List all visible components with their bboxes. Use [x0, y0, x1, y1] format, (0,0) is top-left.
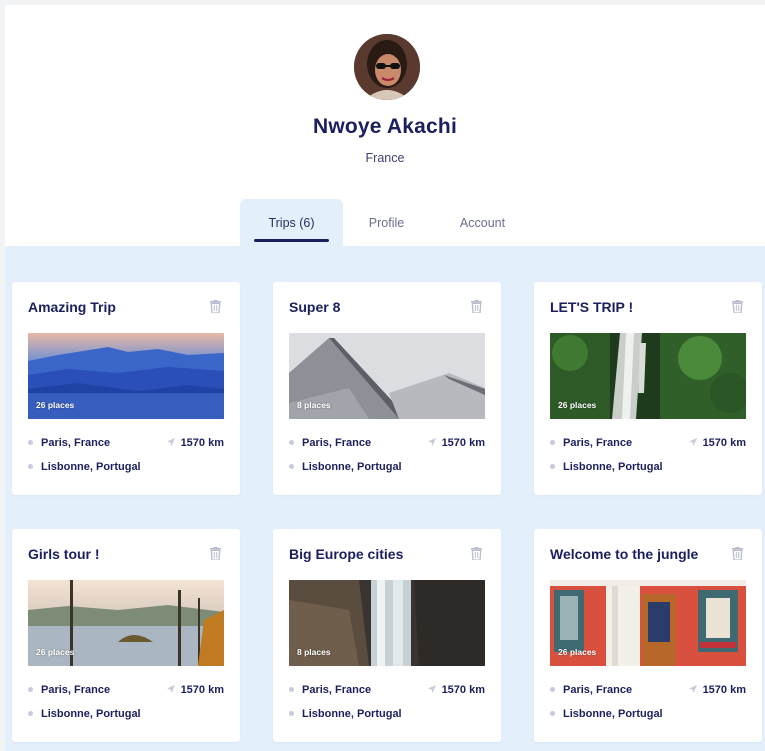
trip-card[interactable]: Girls tour ! 26 places Paris, France 157… [12, 529, 240, 742]
trash-icon[interactable] [732, 547, 743, 560]
location-dot-icon [550, 710, 555, 716]
location-dot-icon [28, 439, 33, 445]
trip-photo: 8 places [289, 333, 485, 419]
trip-title: Amazing Trip [28, 299, 116, 315]
trip-title: LET'S TRIP ! [550, 299, 634, 315]
trip-card[interactable]: Welcome to the jungle 26 places Paris, F… [534, 529, 762, 742]
origin-label: Paris, France [41, 684, 111, 696]
location-dot-icon [550, 439, 555, 445]
destination-label: Lisbonne, Portugal [563, 708, 663, 720]
trip-origin: Paris, France [28, 437, 110, 449]
tab-account[interactable]: Account [430, 199, 535, 246]
location-dot-icon [289, 686, 294, 692]
places-count: 26 places [558, 400, 597, 410]
distance-label: 1570 km [180, 437, 224, 449]
trip-origin: Paris, France [550, 437, 632, 449]
navigation-arrow-icon [688, 685, 697, 694]
trip-origin: Paris, France [289, 437, 371, 449]
tab-profile-label: Profile [368, 215, 405, 230]
trip-title: Welcome to the jungle [550, 546, 699, 562]
origin-label: Paris, France [302, 437, 372, 449]
navigation-arrow-icon [166, 438, 175, 447]
trash-icon[interactable] [732, 300, 743, 313]
distance-label: 1570 km [702, 437, 746, 449]
location-dot-icon [28, 463, 33, 469]
trip-photo: 26 places [28, 333, 224, 419]
destination-label: Lisbonne, Portugal [563, 461, 663, 473]
tab-bar: Trips (6) Profile Account [240, 199, 535, 246]
distance-label: 1570 km [441, 684, 485, 696]
app-frame: Nwoye Akachi France Trips (6) Profile Ac… [5, 5, 765, 751]
navigation-arrow-icon [688, 438, 697, 447]
trip-photo: 8 places [289, 580, 485, 666]
tab-account-label: Account [459, 215, 506, 230]
trip-title: Big Europe cities [289, 546, 404, 562]
trip-distance: 1570 km [427, 437, 485, 449]
trash-icon[interactable] [210, 300, 221, 313]
trip-distance: 1570 km [166, 684, 224, 696]
distance-label: 1570 km [702, 684, 746, 696]
location-dot-icon [28, 686, 33, 692]
avatar [354, 34, 420, 100]
distance-label: 1570 km [180, 684, 224, 696]
places-count: 8 places [297, 400, 331, 410]
location-dot-icon [289, 463, 294, 469]
avatar-image [354, 34, 420, 100]
origin-label: Paris, France [41, 437, 111, 449]
places-count: 26 places [36, 647, 75, 657]
trip-distance: 1570 km [166, 437, 224, 449]
destination-label: Lisbonne, Portugal [302, 461, 402, 473]
navigation-arrow-icon [427, 685, 436, 694]
trip-destination: Lisbonne, Portugal [550, 461, 663, 473]
trip-destination: Lisbonne, Portugal [28, 461, 141, 473]
trip-origin: Paris, France [28, 684, 110, 696]
trips-grid: Amazing Trip 26 places Paris, France 157… [5, 246, 765, 751]
trip-destination: Lisbonne, Portugal [289, 708, 402, 720]
trip-card[interactable]: LET'S TRIP ! 26 places Paris, France 157… [534, 282, 762, 495]
trip-photo: 26 places [28, 580, 224, 666]
navigation-arrow-icon [166, 685, 175, 694]
trip-origin: Paris, France [550, 684, 632, 696]
trip-distance: 1570 km [688, 684, 746, 696]
tab-profile[interactable]: Profile [343, 199, 430, 246]
distance-label: 1570 km [441, 437, 485, 449]
trip-card[interactable]: Big Europe cities 8 places Paris, France… [273, 529, 501, 742]
profile-name: Nwoye Akachi [312, 115, 457, 138]
trip-destination: Lisbonne, Portugal [289, 461, 402, 473]
profile-country: France [365, 151, 405, 165]
origin-label: Paris, France [302, 684, 372, 696]
trip-card[interactable]: Amazing Trip 26 places Paris, France 157… [12, 282, 240, 495]
profile-header: Nwoye Akachi France Trips (6) Profile Ac… [5, 5, 765, 246]
origin-label: Paris, France [563, 437, 633, 449]
location-dot-icon [550, 463, 555, 469]
location-dot-icon [289, 710, 294, 716]
location-dot-icon [289, 439, 294, 445]
trip-distance: 1570 km [427, 684, 485, 696]
trip-destination: Lisbonne, Portugal [550, 708, 663, 720]
trip-distance: 1570 km [688, 437, 746, 449]
trip-destination: Lisbonne, Portugal [28, 708, 141, 720]
trip-title: Girls tour ! [28, 546, 100, 562]
location-dot-icon [550, 686, 555, 692]
places-count: 26 places [558, 647, 597, 657]
destination-label: Lisbonne, Portugal [41, 461, 141, 473]
places-count: 8 places [297, 647, 331, 657]
active-tab-indicator [254, 239, 329, 242]
trip-photo: 26 places [550, 580, 746, 666]
trash-icon[interactable] [210, 547, 221, 560]
trip-title: Super 8 [289, 299, 341, 315]
tab-trips[interactable]: Trips (6) [240, 199, 343, 246]
places-count: 26 places [36, 400, 75, 410]
trash-icon[interactable] [471, 547, 482, 560]
trash-icon[interactable] [471, 300, 482, 313]
trip-origin: Paris, France [289, 684, 371, 696]
destination-label: Lisbonne, Portugal [41, 708, 141, 720]
trip-photo: 26 places [550, 333, 746, 419]
destination-label: Lisbonne, Portugal [302, 708, 402, 720]
origin-label: Paris, France [563, 684, 633, 696]
trip-card[interactable]: Super 8 8 places Paris, France 1570 km L… [273, 282, 501, 495]
tab-trips-label: Trips (6) [268, 215, 315, 230]
location-dot-icon [28, 710, 33, 716]
navigation-arrow-icon [427, 438, 436, 447]
